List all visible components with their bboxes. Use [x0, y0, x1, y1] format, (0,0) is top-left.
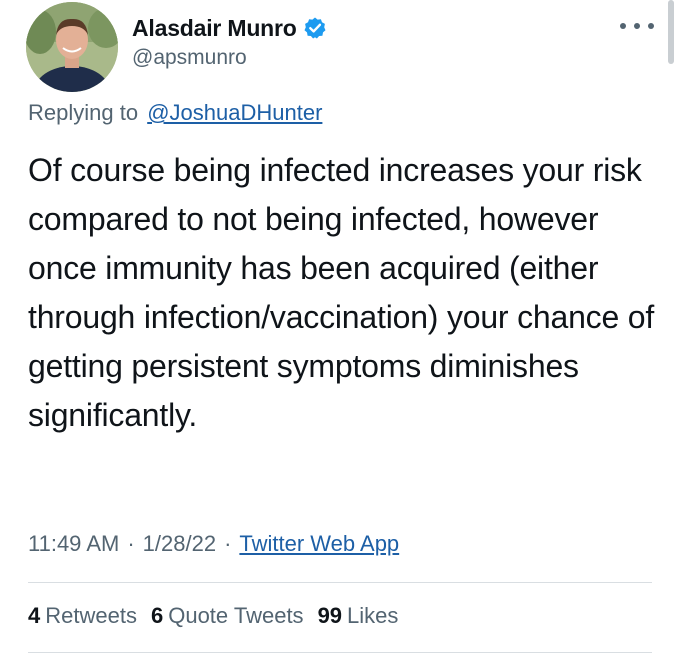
tweet-source-link[interactable]: Twitter Web App: [239, 531, 399, 556]
quote-tweets-count: 6: [150, 603, 164, 628]
retweets-label: Retweets: [45, 603, 137, 628]
divider: [28, 582, 652, 583]
tweet-meta: 11:49 AM · 1/28/22 · Twitter Web App: [28, 531, 399, 557]
divider: [28, 652, 652, 653]
quote-tweets-stat[interactable]: 6 Quote Tweets: [151, 603, 304, 629]
avatar-photo: [26, 2, 118, 92]
reply-to-link[interactable]: @JoshuaDHunter: [147, 100, 322, 125]
tweet-date[interactable]: 1/28/22: [143, 531, 216, 556]
meta-separator: ·: [224, 531, 232, 556]
likes-count: 99: [317, 603, 343, 628]
author-name-row[interactable]: Alasdair Munro: [132, 10, 327, 46]
more-options-icon[interactable]: [620, 16, 654, 36]
tweet-text: Of course being infected increases your …: [28, 152, 655, 433]
author-handle[interactable]: @apsmunro: [132, 46, 247, 70]
verified-badge-icon: [303, 16, 327, 40]
reply-context: Replying to @JoshuaDHunter: [28, 100, 322, 126]
likes-label: Likes: [347, 603, 399, 628]
scrollbar[interactable]: [668, 0, 674, 64]
avatar[interactable]: [26, 2, 118, 92]
author-display-name[interactable]: Alasdair Munro: [132, 15, 297, 42]
meta-separator: ·: [127, 531, 135, 556]
retweets-stat[interactable]: 4 Retweets: [28, 603, 137, 629]
tweet-time[interactable]: 11:49 AM: [28, 531, 119, 556]
tweet-detail: Alasdair Munro @apsmunro Replying to @Jo…: [0, 0, 680, 664]
quote-tweets-label: Quote Tweets: [168, 603, 304, 628]
engagement-stats: 4 Retweets 6 Quote Tweets 99 Likes: [28, 603, 398, 629]
reply-prefix: Replying to: [28, 100, 139, 125]
likes-stat[interactable]: 99 Likes: [318, 603, 399, 629]
retweets-count: 4: [28, 603, 41, 628]
